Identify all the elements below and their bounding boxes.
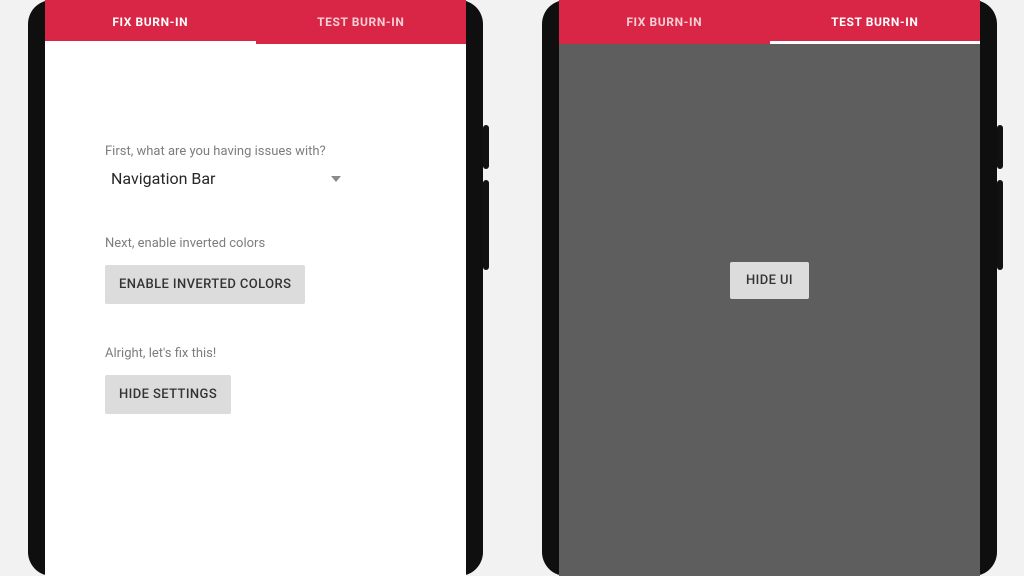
- hide-ui-button[interactable]: HIDE UI: [730, 262, 809, 299]
- button-label: HIDE SETTINGS: [119, 387, 217, 402]
- chevron-down-icon: [331, 176, 341, 182]
- fix-prompt: Alright, let's fix this!: [105, 346, 406, 361]
- issue-dropdown[interactable]: Navigation Bar: [105, 165, 343, 194]
- phone-right: FIX BURN-IN TEST BURN-IN HIDE UI: [542, 0, 997, 576]
- phone-screen: FIX BURN-IN TEST BURN-IN First, what are…: [45, 0, 466, 576]
- tab-label: TEST BURN-IN: [831, 15, 918, 29]
- step-invert: Next, enable inverted colors ENABLE INVE…: [105, 236, 406, 304]
- issue-prompt: First, what are you having issues with?: [105, 144, 406, 159]
- tab-bar: FIX BURN-IN TEST BURN-IN: [45, 0, 466, 44]
- tab-fix-burn-in[interactable]: FIX BURN-IN: [559, 0, 770, 44]
- tab-test-burn-in[interactable]: TEST BURN-IN: [770, 0, 981, 44]
- button-label: HIDE UI: [746, 273, 793, 288]
- tab-label: TEST BURN-IN: [317, 15, 404, 29]
- tab-bar: FIX BURN-IN TEST BURN-IN: [559, 0, 980, 44]
- test-content: HIDE UI: [559, 44, 980, 576]
- screenshot-stage: FIX BURN-IN TEST BURN-IN First, what are…: [0, 0, 1024, 576]
- phone-screen: FIX BURN-IN TEST BURN-IN HIDE UI: [559, 0, 980, 576]
- step-fix: Alright, let's fix this! HIDE SETTINGS: [105, 346, 406, 414]
- tab-label: FIX BURN-IN: [626, 15, 702, 29]
- button-label: ENABLE INVERTED COLORS: [119, 277, 291, 292]
- tab-fix-burn-in[interactable]: FIX BURN-IN: [45, 0, 256, 44]
- power-button: [483, 125, 489, 169]
- fix-content: First, what are you having issues with? …: [45, 44, 466, 414]
- invert-prompt: Next, enable inverted colors: [105, 236, 406, 251]
- volume-rocker: [997, 180, 1003, 270]
- power-button: [997, 125, 1003, 169]
- step-issue: First, what are you having issues with? …: [105, 144, 406, 194]
- tab-label: FIX BURN-IN: [112, 15, 188, 29]
- volume-rocker: [483, 180, 489, 270]
- phone-left: FIX BURN-IN TEST BURN-IN First, what are…: [28, 0, 483, 576]
- tab-test-burn-in[interactable]: TEST BURN-IN: [256, 0, 467, 44]
- hide-settings-button[interactable]: HIDE SETTINGS: [105, 375, 231, 414]
- issue-dropdown-value: Navigation Bar: [111, 169, 331, 188]
- enable-inverted-colors-button[interactable]: ENABLE INVERTED COLORS: [105, 265, 305, 304]
